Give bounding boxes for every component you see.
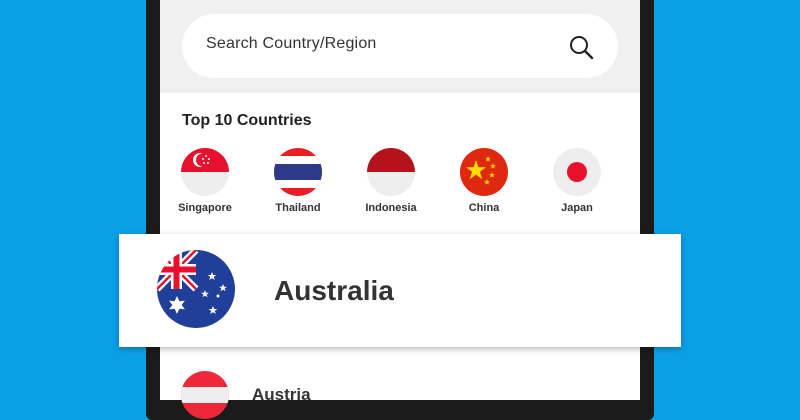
country-label: Indonesia (365, 202, 417, 214)
list-item-label: Austria (252, 385, 311, 404)
country-label: Singapore (178, 202, 232, 214)
search-area: Search Country/Region (160, 0, 640, 93)
highlighted-country-label: Australia (274, 275, 394, 306)
indonesia-flag-icon (367, 148, 415, 196)
country-label: Japan (561, 202, 593, 214)
singapore-flag-icon (181, 148, 229, 196)
country-label: China (468, 202, 500, 214)
search-placeholder: Search Country/Region (206, 35, 377, 52)
country-china[interactable]: China (439, 148, 529, 214)
china-flag-icon (460, 148, 508, 196)
thailand-flag-icon (274, 148, 322, 196)
country-indonesia[interactable]: Indonesia (346, 148, 436, 214)
australia-flag-icon (157, 250, 235, 328)
search-icon[interactable] (568, 34, 594, 60)
highlighted-country-card[interactable]: Australia (119, 234, 681, 347)
austria-flag-icon (181, 371, 229, 419)
country-label: Thailand (275, 202, 321, 214)
country-singapore[interactable]: Singapore (160, 148, 250, 214)
country-thailand[interactable]: Thailand (253, 148, 343, 214)
japan-flag-icon (553, 148, 601, 196)
top-countries-title: Top 10 Countries (182, 112, 312, 129)
country-japan[interactable]: Japan (532, 148, 622, 214)
search-input[interactable]: Search Country/Region (182, 14, 618, 78)
